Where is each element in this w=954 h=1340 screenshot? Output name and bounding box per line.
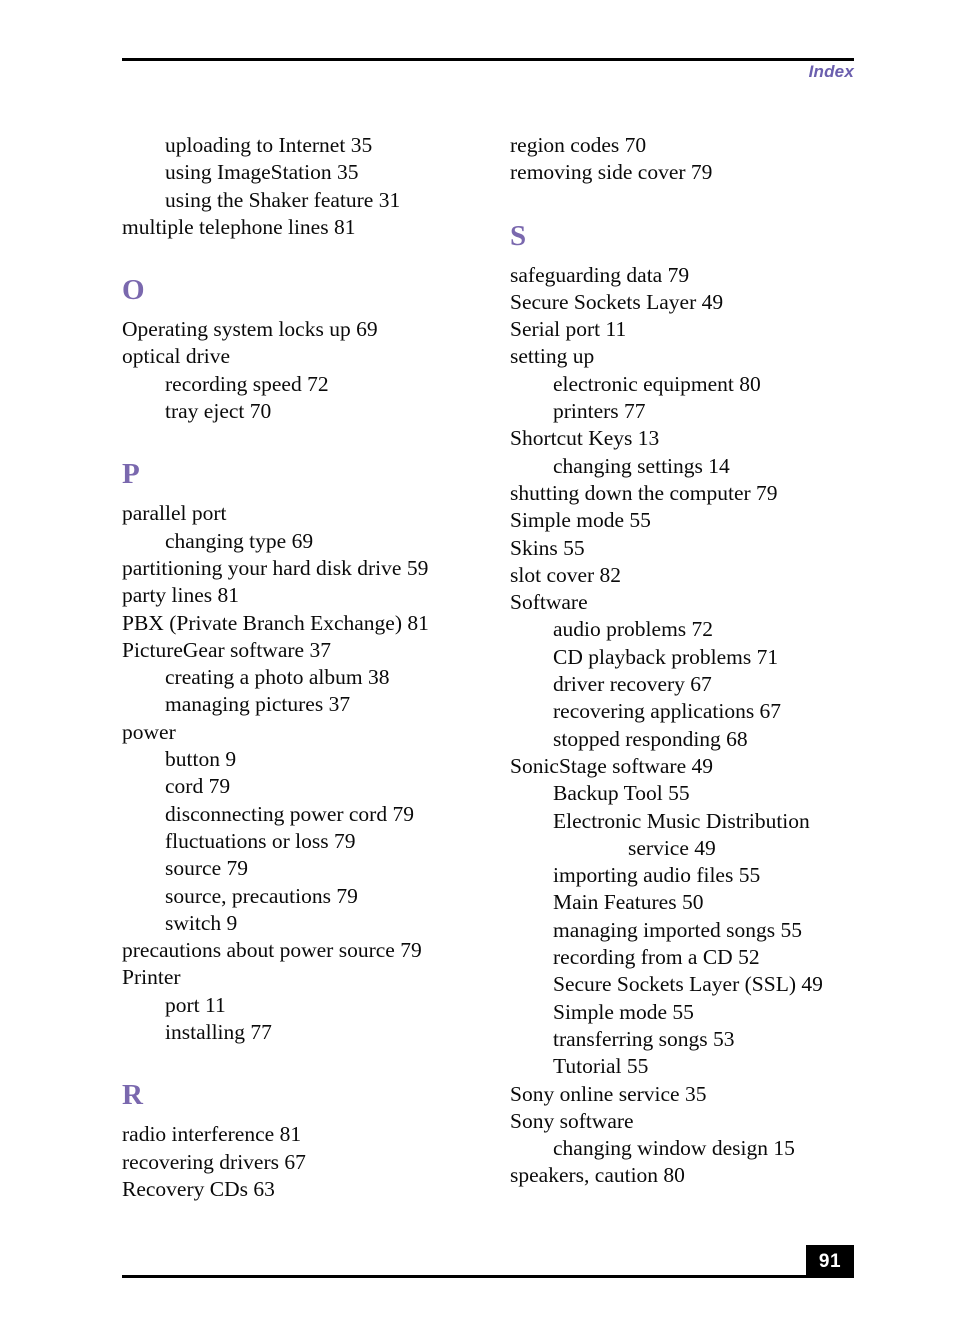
index-entry: radio interference 81 [122,1122,302,1147]
index-subentry: port 11 [165,992,226,1017]
index-subentry: using ImageStation 35 [165,160,359,185]
index-subentry: changing window design 15 [553,1136,795,1161]
index-entry: setting up [510,344,595,369]
index-entry: Secure Sockets Layer 49 [510,289,724,314]
index-entry: Operating system locks up 69 [122,317,378,342]
index-entry: Sony software [510,1108,634,1133]
section-letter-s: S [510,219,527,252]
index-entry: SonicStage software 49 [510,753,714,778]
index-entry: region codes 70 [510,133,647,157]
index-subentry: driver recovery 67 [553,672,712,697]
section-letter-p: P [122,458,140,491]
index-entry: power [122,719,176,744]
index-page: Index uploading to Internet 35 using Imag… [0,0,954,1340]
index-entry: optical drive [122,344,231,369]
index-entry: Software [510,590,588,615]
index-entry: Printer [122,965,181,990]
index-subentry: uploading to Internet 35 [165,133,373,157]
index-entry: PBX (Private Branch Exchange) 81 [122,610,429,635]
index-subentry: recording speed 72 [165,371,329,396]
index-entry: parallel port [122,501,227,526]
index-entry: removing side cover 79 [510,160,713,185]
index-subentry: changing type 69 [165,528,314,553]
index-subentry: switch 9 [165,910,238,935]
index-subentry: creating a photo album 38 [165,665,390,690]
index-subentry: Simple mode 55 [553,999,694,1024]
index-subentry: Tutorial 55 [553,1054,649,1079]
index-subentry: cord 79 [165,774,231,799]
index-subentry: electronic equipment 80 [553,371,761,396]
index-subentry: audio problems 72 [553,617,714,642]
index-entry: multiple telephone lines 81 [122,214,356,239]
index-subentry: using the Shaker feature 31 [165,187,401,212]
index-entry: Serial port 11 [510,317,627,342]
index-entry: party lines 81 [122,583,240,608]
index-subentry: Electronic Music Distribution [553,808,810,833]
index-subentry: button 9 [165,747,237,772]
index-entry: safeguarding data 79 [510,262,690,287]
index-subentry: source 79 [165,856,248,881]
index-subentry: fluctuations or loss 79 [165,828,356,853]
index-subentry: Main Features 50 [553,890,704,915]
index-subentry: recovering applications 67 [553,699,782,724]
index-entry: PictureGear software 37 [122,637,331,662]
index-entry: shutting down the computer 79 [510,480,778,505]
index-subentry: stopped responding 68 [553,726,748,751]
index-subentry: CD playback problems 71 [553,644,779,669]
index-entry: speakers, caution 80 [510,1163,685,1188]
section-letter-r: R [122,1079,143,1112]
section-letter-o: O [122,274,145,307]
footer-rule [122,1275,806,1278]
index-subentry: Backup Tool 55 [553,781,690,806]
header-rule [122,58,854,61]
index-subentry: importing audio files 55 [553,863,761,888]
index-entry: Skins 55 [510,535,585,560]
index-subentry: tray eject 70 [165,399,272,424]
index-entry: Sony online service 35 [510,1081,707,1106]
index-column-right: region codes 70 removing side cover 79 Ssa… [510,132,910,1190]
index-subentry: printers 77 [553,399,646,424]
index-subentry: installing 77 [165,1020,272,1045]
index-subentry: source, precautions 79 [165,883,358,908]
index-column-left: uploading to Internet 35 using ImageStati… [122,132,482,1203]
index-entry: Recovery CDs 63 [122,1176,275,1201]
page-number-badge: 91 [806,1245,854,1278]
index-subentry: service 49 [628,835,716,860]
index-entry: slot cover 82 [510,562,622,587]
index-subentry: Secure Sockets Layer (SSL) 49 [553,972,823,997]
index-subentry: disconnecting power cord 79 [165,801,414,826]
index-entry: Shortcut Keys 13 [510,426,660,451]
index-entry: partitioning your hard disk drive 59 [122,555,429,580]
index-entry: recovering drivers 67 [122,1149,306,1174]
index-subentry: managing pictures 37 [165,692,351,717]
index-subentry: changing settings 14 [553,453,730,478]
index-subentry: managing imported songs 55 [553,917,803,942]
index-entry: Simple mode 55 [510,508,651,533]
index-subentry: transferring songs 53 [553,1026,735,1051]
index-subentry: recording from a CD 52 [553,945,760,970]
page-header-label: Index [808,62,854,81]
index-entry: precautions about power source 79 [122,938,422,963]
